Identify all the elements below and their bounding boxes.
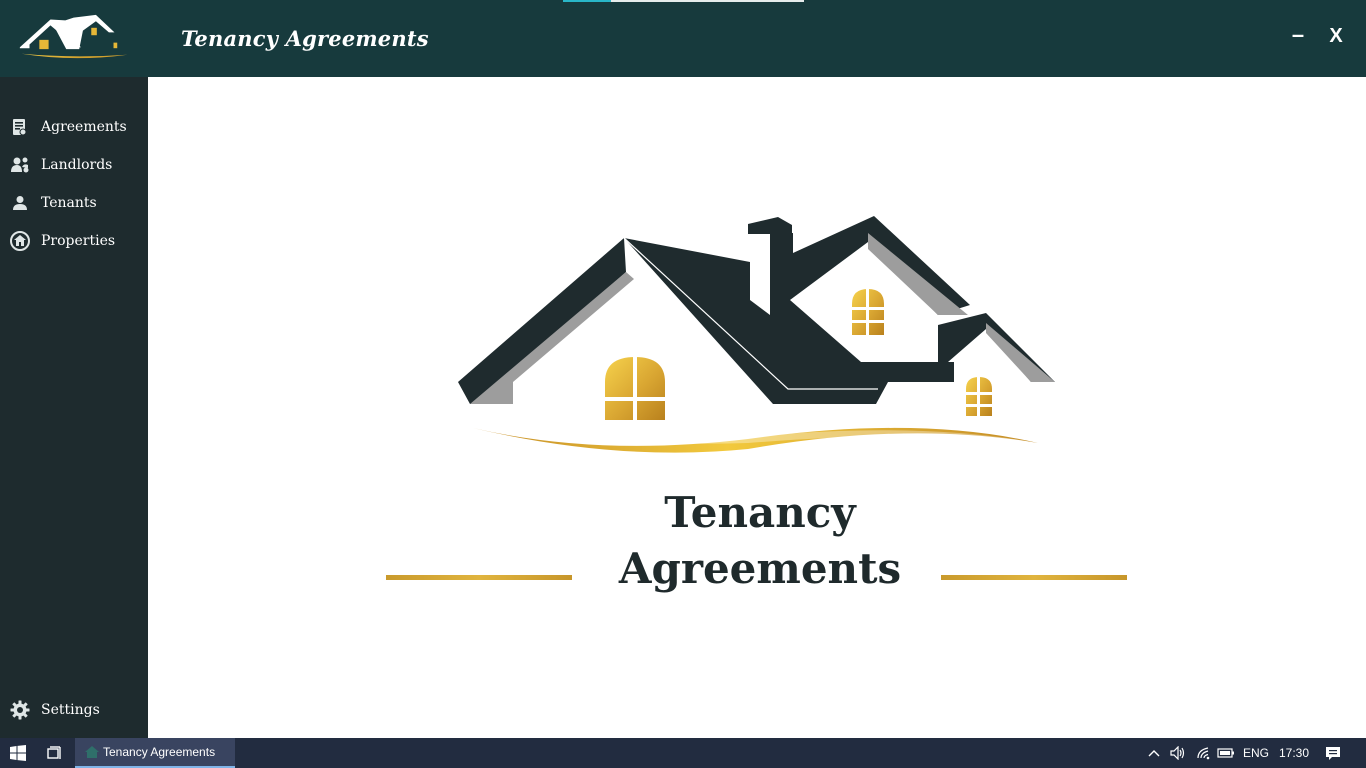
hero-title: Tenancy Agreements	[588, 485, 932, 597]
close-button[interactable]: X	[1321, 22, 1351, 52]
main-content: Tenancy Agreements	[148, 77, 1366, 738]
battery-icon[interactable]	[1216, 738, 1236, 768]
window-left	[605, 357, 665, 420]
windows-start-icon[interactable]	[0, 738, 36, 768]
sidebar-item-agreements[interactable]: Agreements	[0, 110, 148, 144]
sidebar-item-landlords[interactable]: Landlords	[0, 148, 148, 182]
sidebar-item-properties[interactable]: Properties	[0, 224, 148, 258]
gear-icon	[10, 700, 30, 720]
property-icon	[10, 231, 30, 251]
sidebar-item-settings[interactable]: Settings	[0, 693, 148, 727]
app-taskbar-icon	[85, 746, 99, 758]
tenant-icon	[10, 193, 30, 213]
sidebar-item-label: Agreements	[41, 119, 127, 135]
language-indicator[interactable]: ENG	[1240, 738, 1272, 768]
sidebar-item-label: Settings	[41, 702, 100, 718]
wifi-icon[interactable]	[1194, 738, 1214, 768]
sidebar-item-label: Tenants	[41, 195, 97, 211]
agreement-icon	[10, 117, 30, 137]
hero-title-line2: Agreements	[618, 544, 902, 593]
sidebar: Agreements Landlords Tenants Properties …	[0, 77, 148, 738]
window-right	[966, 377, 992, 416]
minimize-button[interactable]: –	[1283, 22, 1313, 52]
hero-title-line1: Tenancy	[664, 488, 856, 537]
taskbar: Tenancy Agreements ENG 17:30	[0, 738, 1366, 768]
loading-progress-bar	[563, 0, 804, 2]
clock[interactable]: 17:30	[1276, 738, 1312, 768]
landlords-icon	[10, 155, 30, 175]
notifications-icon[interactable]	[1320, 738, 1346, 768]
app-logo	[19, 14, 128, 59]
loading-progress-fill	[563, 0, 612, 2]
title-bar: Tenancy Agreements – X	[0, 0, 1366, 77]
chevron-up-icon[interactable]	[1146, 738, 1162, 768]
taskbar-app-label: Tenancy Agreements	[103, 745, 216, 759]
house-logo	[458, 216, 1055, 453]
app-title: Tenancy Agreements	[181, 26, 429, 51]
sidebar-item-label: Properties	[41, 233, 116, 249]
task-view-icon[interactable]	[40, 738, 70, 768]
taskbar-app-tenancy-agreements[interactable]: Tenancy Agreements	[75, 738, 235, 768]
sidebar-item-tenants[interactable]: Tenants	[0, 186, 148, 220]
window-middle	[852, 289, 884, 335]
sidebar-item-label: Landlords	[41, 157, 113, 173]
volume-icon[interactable]	[1168, 738, 1188, 768]
gold-divider-left	[386, 575, 572, 580]
gold-divider-right	[941, 575, 1127, 580]
